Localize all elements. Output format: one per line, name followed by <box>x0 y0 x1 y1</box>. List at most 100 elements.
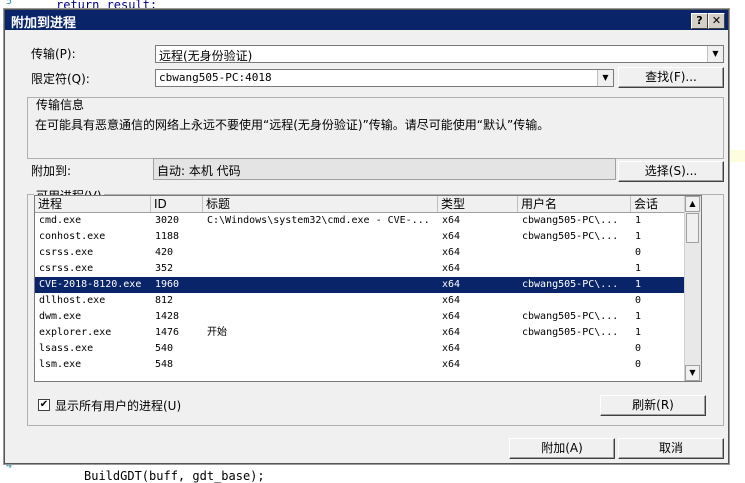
cell-title <box>203 357 438 373</box>
cancel-button[interactable]: 取消 <box>618 438 724 459</box>
attach-to-value: 自动: 本机 代码 <box>157 164 241 178</box>
find-button[interactable]: 查找(F)... <box>618 67 724 88</box>
attach-to-label: 附加到: <box>31 164 72 178</box>
cell-session: 1 <box>635 215 642 226</box>
dialog-titlebar[interactable]: 附加到进程 ? ✕ <box>5 10 728 31</box>
cell-type: x64 <box>442 247 461 258</box>
column-header-process[interactable]: 进程 <box>35 196 151 212</box>
cell-process: conhost.exe <box>39 231 106 242</box>
cell-title <box>203 277 438 293</box>
close-button[interactable]: ✕ <box>708 13 725 29</box>
cell-id: 548 <box>155 359 174 370</box>
cell-process: lsass.exe <box>39 343 94 354</box>
transport-label: 传输(P): <box>31 47 76 61</box>
cell-process: csrss.exe <box>39 263 94 274</box>
cell-type: x64 <box>442 215 461 226</box>
table-row[interactable]: csrss.exe 420 x64 0 <box>35 245 686 261</box>
table-row[interactable]: dllhost.exe 812 x64 0 <box>35 293 686 309</box>
cell-session: 1 <box>635 231 642 242</box>
cell-session: 1 <box>635 327 642 338</box>
table-row[interactable]: cmd.exe 3020 C:\Windows\system32\cmd.exe -… <box>35 213 686 229</box>
cell-type: x64 <box>442 263 461 274</box>
cell-session: 1 <box>635 311 642 322</box>
cell-id: 540 <box>155 343 174 354</box>
cell-id: 1476 <box>155 327 180 338</box>
cell-username: cbwang505-PC\... <box>522 279 619 290</box>
show-all-users-checkbox[interactable]: ✔ <box>38 399 50 411</box>
cell-type: x64 <box>442 311 461 322</box>
cell-id: 812 <box>155 295 174 306</box>
transport-info-box: 在可能具有恶意通信的网络上永远不要使用“远程(无身份验证)”传输。请尽可能使用“… <box>27 98 724 160</box>
transport-info-group: 传输信息 在可能具有恶意通信的网络上永远不要使用“远程(无身份验证)”传输。请尽… <box>27 97 724 159</box>
checkmark-icon: ✔ <box>39 399 49 410</box>
cell-username: cbwang505-PC\... <box>522 327 619 338</box>
table-row[interactable]: CVE-2018-8120.exe 1960 x64 cbwang505-PC\...… <box>35 277 686 293</box>
cell-title <box>203 229 438 245</box>
column-header-username[interactable]: 用户名 <box>518 196 631 212</box>
show-all-users-label[interactable]: 显示所有用户的进程(U) <box>55 397 181 414</box>
transport-value: 远程(无身份验证) <box>159 49 253 63</box>
dialog-title: 附加到进程 <box>11 16 77 31</box>
cell-type: x64 <box>442 295 461 306</box>
column-header-id[interactable]: ID <box>151 196 203 212</box>
cell-session: 1 <box>635 279 642 290</box>
qualifier-value: cbwang505-PC:4018 <box>159 71 272 84</box>
table-row[interactable]: explorer.exe 1476 开始 x64 cbwang505-PC\... 1 <box>35 325 686 341</box>
cell-type: x64 <box>442 231 461 242</box>
cell-type: x64 <box>442 327 461 338</box>
cell-username <box>518 245 631 261</box>
cell-process: lsm.exe <box>39 359 82 370</box>
cell-session: 0 <box>635 359 642 370</box>
table-row[interactable]: lsass.exe 540 x64 0 <box>35 341 686 357</box>
column-header-session[interactable]: 会话 <box>631 196 686 212</box>
help-button[interactable]: ? <box>691 13 708 29</box>
process-list-scrollbar[interactable]: ▲ ▼ <box>684 196 701 381</box>
table-row[interactable]: conhost.exe 1188 x64 cbwang505-PC\... 1 <box>35 229 686 245</box>
qualifier-label: 限定符(Q): <box>31 72 90 86</box>
column-header-type[interactable]: 类型 <box>438 196 518 212</box>
cell-type: x64 <box>442 279 461 290</box>
cell-title <box>203 261 438 277</box>
dropdown-arrow-icon[interactable]: ▼ <box>597 70 613 86</box>
qualifier-input[interactable]: cbwang505-PC:4018 ▼ <box>155 69 614 87</box>
process-list[interactable]: 进程 ID 标题 类型 用户名 会话 cmd.exe 3020 C:\Windows… <box>34 195 702 382</box>
transport-info-text: 在可能具有恶意通信的网络上永远不要使用“远程(无身份验证)”传输。请尽可能使用“… <box>35 118 550 132</box>
column-header-title[interactable]: 标题 <box>203 196 438 212</box>
cell-process: dwm.exe <box>39 311 82 322</box>
cell-id: 3020 <box>155 215 180 226</box>
cell-session: 1 <box>635 263 642 274</box>
scroll-thumb[interactable] <box>686 213 699 243</box>
table-row[interactable]: csrss.exe 352 x64 1 <box>35 261 686 277</box>
cell-id: 1428 <box>155 311 180 322</box>
cell-session: 0 <box>635 247 642 258</box>
cell-process: csrss.exe <box>39 247 94 258</box>
dropdown-arrow-icon[interactable]: ▼ <box>707 46 723 62</box>
cell-title: 开始 <box>207 327 227 338</box>
scroll-up-icon[interactable]: ▲ <box>685 196 700 212</box>
cell-title: C:\Windows\system32\cmd.exe - CVE-... <box>207 215 430 226</box>
scroll-down-icon[interactable]: ▼ <box>685 365 700 381</box>
transport-select[interactable]: 远程(无身份验证) ▼ <box>155 45 724 63</box>
cell-id: 420 <box>155 247 174 258</box>
cell-id: 352 <box>155 263 174 274</box>
cell-username: cbwang505-PC\... <box>522 311 619 322</box>
attach-to-field: 自动: 本机 代码 <box>153 158 616 180</box>
cell-title <box>203 341 438 357</box>
cell-process: dllhost.exe <box>39 295 106 306</box>
editor-highlight-bar <box>727 150 745 162</box>
cell-username <box>518 261 631 277</box>
table-row[interactable]: dwm.exe 1428 x64 cbwang505-PC\... 1 <box>35 309 686 325</box>
table-row[interactable]: lsm.exe 548 x64 0 <box>35 357 686 373</box>
select-code-type-button[interactable]: 选择(S)... <box>618 161 724 182</box>
cell-title <box>203 245 438 261</box>
code-line-bottom: BuildGDT(buff, gdt_base); <box>84 469 265 483</box>
cell-id: 1960 <box>155 279 180 290</box>
cell-username: cbwang505-PC\... <box>522 215 619 226</box>
cell-process: CVE-2018-8120.exe <box>39 279 142 290</box>
cell-process: cmd.exe <box>39 215 82 226</box>
attach-button[interactable]: 附加(A) <box>509 438 615 459</box>
cell-session: 0 <box>635 343 642 354</box>
cell-type: x64 <box>442 359 461 370</box>
refresh-button[interactable]: 刷新(R) <box>600 395 706 416</box>
cell-session: 0 <box>635 295 642 306</box>
